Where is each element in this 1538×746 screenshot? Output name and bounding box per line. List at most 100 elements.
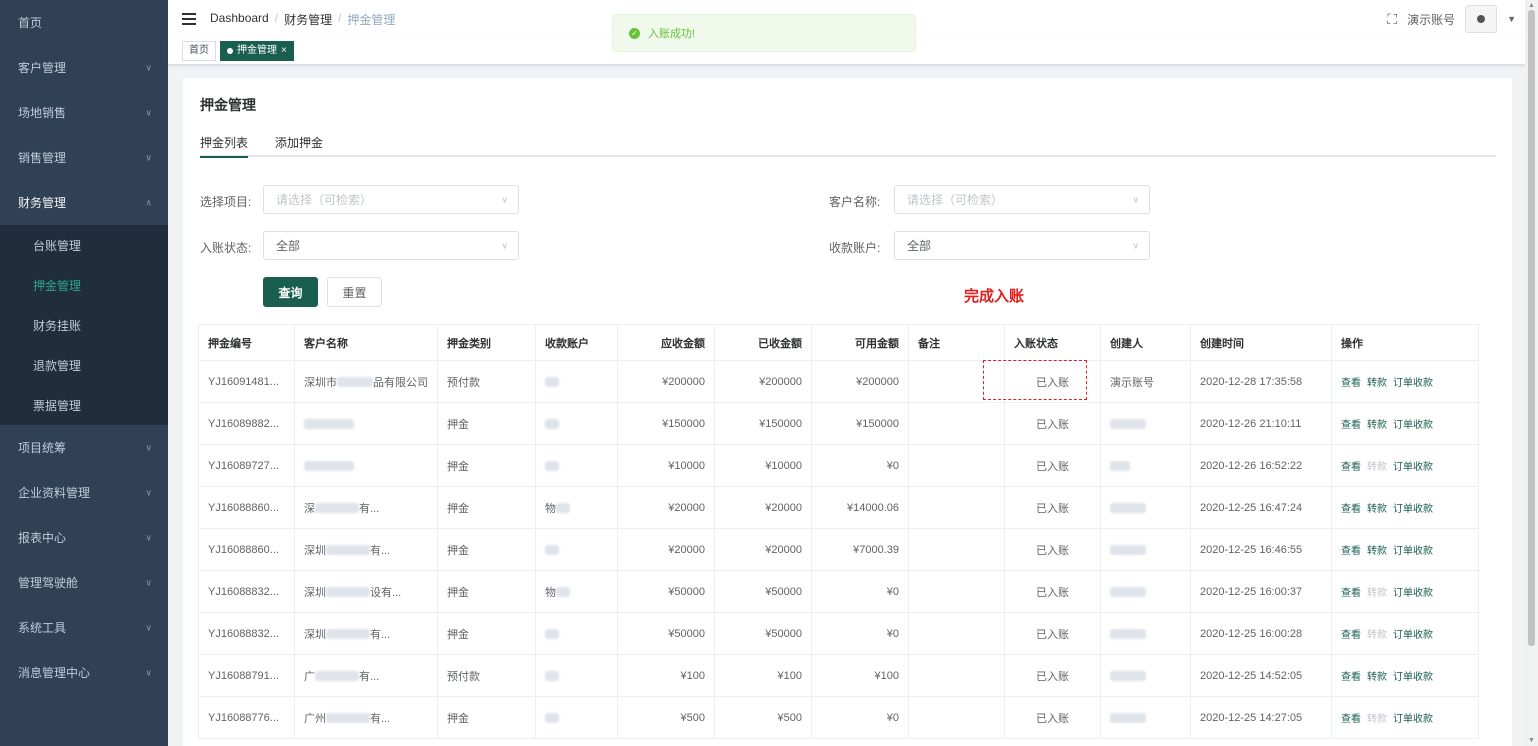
cell-available: ¥0 (812, 697, 909, 738)
finance-submenu: 台账管理 押金管理 财务挂账 退款管理 票据管理 (0, 225, 168, 425)
redacted-text (1110, 628, 1146, 639)
view-link[interactable]: 查看 (1341, 584, 1361, 599)
account-select[interactable]: 全部 ∨ (894, 231, 1150, 260)
sidebar-subitem-4[interactable]: 票据管理 (0, 385, 168, 425)
transfer-link[interactable]: 转款 (1367, 374, 1387, 389)
query-button[interactable]: 查询 (263, 277, 318, 307)
avatar[interactable] (1465, 5, 1498, 33)
customer-select[interactable]: 请选择（可检索） ∨ (894, 185, 1150, 214)
view-link[interactable]: 查看 (1341, 416, 1361, 431)
sidebar-subitem-3[interactable]: 退款管理 (0, 345, 168, 385)
sidebar-item-after-4[interactable]: 系统工具 ∨ (0, 605, 168, 650)
tab-add-deposit[interactable]: 添加押金 (275, 134, 323, 157)
table-row[interactable]: YJ16088776... 广州 有... 押金 ¥500 ¥500 ¥0 已入账 2020-1… (199, 697, 1479, 739)
scroll-up-icon[interactable]: ▲ (1528, 2, 1535, 9)
main-panel: 押金管理 押金列表 添加押金 选择项目: 请选择（可检索） ∨ 客户名称: 请选… (183, 78, 1512, 746)
order-collect-link[interactable]: 订单收款 (1393, 668, 1433, 683)
caret-down-icon[interactable]: ▼ (1507, 14, 1516, 24)
cell-receivable: ¥20000 (618, 529, 715, 570)
sidebar-item-3[interactable]: 销售管理 ∨ (0, 135, 168, 180)
sidebar-item-after-1[interactable]: 企业资料管理 ∨ (0, 470, 168, 515)
sidebar-item-label: 管理驾驶舱 (18, 576, 79, 590)
order-collect-link[interactable]: 订单收款 (1393, 500, 1433, 515)
table-row[interactable]: YJ16088832... 深圳 设有... 押金物 ¥50000 ¥50000 ¥0 已入账… (199, 571, 1479, 613)
sidebar-item-after-2[interactable]: 报表中心 ∨ (0, 515, 168, 560)
view-link[interactable]: 查看 (1341, 710, 1361, 725)
redacted-text (1110, 670, 1146, 681)
sidebar-item-4[interactable]: 财务管理 ∧ (0, 180, 168, 225)
cell-receivable: ¥50000 (618, 571, 715, 612)
table-row[interactable]: YJ16088791... 广有... 预付款 ¥100 ¥100 ¥100 已入账 2020… (199, 655, 1479, 697)
table-row[interactable]: YJ16089882... 押金 ¥150000 ¥150000 ¥150000 已入账 2… (199, 403, 1479, 445)
transfer-link[interactable]: 转款 (1367, 542, 1387, 557)
order-collect-link[interactable]: 订单收款 (1393, 710, 1433, 725)
cell-status: 已入账 (1005, 529, 1101, 570)
view-link[interactable]: 查看 (1341, 374, 1361, 389)
transfer-link[interactable]: 转款 (1367, 500, 1387, 515)
project-select[interactable]: 请选择（可检索） ∨ (263, 185, 519, 214)
row-actions: 查看 转款 订单收款 (1341, 542, 1433, 557)
view-link[interactable]: 查看 (1341, 542, 1361, 557)
tabs-bar: 押金列表 添加押金 (200, 134, 1496, 158)
cell-remark (909, 445, 1005, 486)
cell-creator (1101, 571, 1191, 612)
status-select[interactable]: 全部 ∨ (263, 231, 519, 260)
sidebar-item-1[interactable]: 客户管理 ∨ (0, 45, 168, 90)
customer-prefix: 深圳市 (304, 376, 337, 389)
cell-receivable: ¥500 (618, 697, 715, 738)
transfer-link[interactable]: 转款 (1367, 668, 1387, 683)
sidebar-item-label: 项目统筹 (18, 441, 67, 455)
order-collect-link[interactable]: 订单收款 (1393, 458, 1433, 473)
order-collect-link[interactable]: 订单收款 (1393, 584, 1433, 599)
table-row[interactable]: YJ16091481... 深圳市 品有限公司 预付款 ¥200000 ¥200000 ¥2… (199, 361, 1479, 403)
sidebar-item-0[interactable]: 首页 (0, 0, 168, 45)
table-row[interactable]: YJ16088860... 深圳 有... 押金 ¥20000 ¥20000 ¥7000.3… (199, 529, 1479, 571)
order-collect-link[interactable]: 订单收款 (1393, 542, 1433, 557)
sidebar-item-after-5[interactable]: 消息管理中心 ∨ (0, 650, 168, 695)
tag-deposit[interactable]: 押金管理 × (220, 41, 294, 61)
chevron-down-icon: ∨ (501, 194, 508, 204)
close-icon[interactable]: × (281, 42, 287, 60)
sidebar-item-2[interactable]: 场地销售 ∨ (0, 90, 168, 135)
redacted-text (326, 712, 370, 723)
table-row[interactable]: YJ16089727... 押金 ¥10000 ¥10000 ¥0 已入账 2020-12-… (199, 445, 1479, 487)
cell-created-time: 2020-12-25 16:00:37 (1191, 571, 1332, 612)
hamburger-icon[interactable] (182, 12, 196, 26)
sidebar-item-after-3[interactable]: 管理驾驶舱 ∨ (0, 560, 168, 605)
column-header: 押金编号 (199, 325, 295, 360)
view-link[interactable]: 查看 (1341, 458, 1361, 473)
order-collect-link[interactable]: 订单收款 (1393, 416, 1433, 431)
table-row[interactable]: YJ16088860... 深有... 押金物 ¥20000 ¥20000 ¥14000.… (199, 487, 1479, 529)
order-collect-link[interactable]: 订单收款 (1393, 374, 1433, 389)
view-link[interactable]: 查看 (1341, 626, 1361, 641)
tag-home[interactable]: 首页 (182, 41, 216, 61)
customer-suffix: 有... (370, 628, 391, 641)
cell-operations: 查看 转款 订单收款 (1332, 613, 1479, 654)
sidebar-subitem-2[interactable]: 财务挂账 (0, 305, 168, 345)
cell-customer: 深圳市 品有限公司 (295, 361, 438, 402)
scroll-down-icon[interactable]: ▼ (1528, 737, 1535, 744)
table-row[interactable]: YJ16088832... 深圳 有... 押金 ¥50000 ¥50000 ¥0 已入账 20… (199, 613, 1479, 655)
scroll-thumb[interactable] (1528, 10, 1535, 646)
customer-prefix: 深 (304, 502, 315, 515)
row-actions: 查看 转款 订单收款 (1341, 458, 1433, 473)
breadcrumb-dashboard[interactable]: Dashboard (210, 11, 269, 28)
column-header: 备注 (909, 325, 1005, 360)
cell-status: 已入账 (1005, 571, 1101, 612)
redacted-text (556, 586, 570, 597)
customer-suffix: 有... (370, 544, 391, 557)
transfer-link[interactable]: 转款 (1367, 416, 1387, 431)
sidebar-subitem-1[interactable]: 押金管理 (0, 265, 168, 305)
redacted-text (315, 670, 359, 681)
tab-deposit-list[interactable]: 押金列表 (200, 134, 249, 158)
reset-button[interactable]: 重置 (327, 277, 382, 307)
view-link[interactable]: 查看 (1341, 500, 1361, 515)
view-link[interactable]: 查看 (1341, 668, 1361, 683)
redacted-text (545, 712, 559, 723)
sidebar-subitem-0[interactable]: 台账管理 (0, 225, 168, 265)
cell-creator: 演示账号 (1101, 361, 1191, 402)
order-collect-link[interactable]: 订单收款 (1393, 626, 1433, 641)
scrollbar[interactable]: ▲ ▼ (1525, 0, 1538, 746)
fullscreen-icon[interactable]: ⛶ (1387, 11, 1397, 28)
sidebar-item-after-0[interactable]: 项目统筹 ∨ (0, 425, 168, 470)
